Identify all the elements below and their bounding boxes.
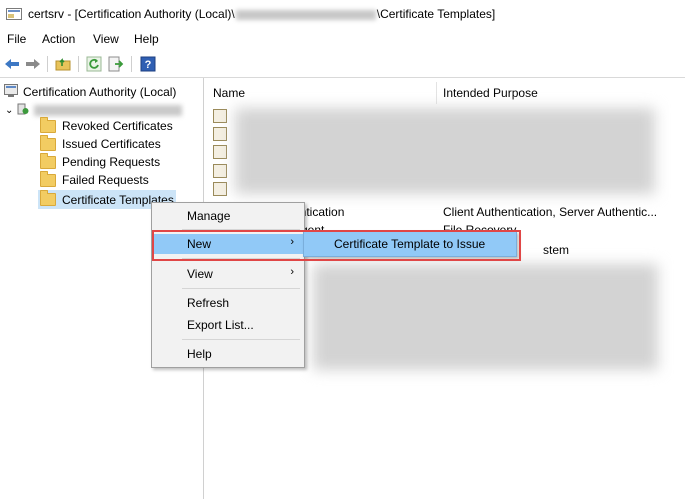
certificate-template-icon xyxy=(213,145,227,159)
toolbar-separator xyxy=(131,56,132,72)
certificate-template-icon xyxy=(213,164,227,178)
refresh-icon[interactable] xyxy=(85,55,103,73)
column-divider[interactable] xyxy=(436,82,437,104)
annotation-highlight-box xyxy=(152,230,521,261)
menu-help[interactable]: Help xyxy=(134,32,159,46)
table-cell-purpose: Client Authentication, Server Authentic.… xyxy=(443,205,658,219)
folder-icon xyxy=(40,152,56,169)
context-item-refresh[interactable]: Refresh xyxy=(152,293,304,313)
title-bar: certsrv - [Certification Authority (Loca… xyxy=(0,0,685,28)
tree-item-label: Pending Requests xyxy=(62,155,161,169)
svg-text:?: ? xyxy=(145,59,152,71)
tree-item-revoked-certificates[interactable]: Revoked Certificates xyxy=(40,116,173,133)
redacted-ca-node-name xyxy=(34,104,183,116)
back-arrow-icon[interactable] xyxy=(3,55,21,73)
redacted-ca-name xyxy=(235,9,376,20)
column-header-intended-purpose[interactable]: Intended Purpose xyxy=(443,86,538,100)
certificate-template-icon xyxy=(213,182,227,196)
menu-file[interactable]: File xyxy=(7,32,26,46)
tree-item-failed-requests[interactable]: Failed Requests xyxy=(40,170,149,187)
context-item-help[interactable]: Help xyxy=(152,344,304,364)
toolbar-separator xyxy=(78,56,79,72)
ca-root-icon xyxy=(4,84,18,100)
menu-bar: File Action View Help xyxy=(0,29,685,49)
chevron-down-icon[interactable]: ⌄ xyxy=(5,105,13,116)
tree-item-label: Revoked Certificates xyxy=(62,119,173,133)
window-title: certsrv - [Certification Authority (Loca… xyxy=(28,7,496,21)
tree-item-label: Failed Requests xyxy=(62,173,149,187)
tree-item-issued-certificates[interactable]: Issued Certificates xyxy=(40,134,161,151)
context-item-export-list[interactable]: Export List... xyxy=(152,315,304,335)
ca-server-icon xyxy=(17,102,29,118)
folder-icon xyxy=(40,190,56,206)
menu-view[interactable]: View xyxy=(93,32,119,46)
export-icon[interactable] xyxy=(107,55,125,73)
tree-item-label: Issued Certificates xyxy=(62,137,161,151)
tree-item-pending-requests[interactable]: Pending Requests xyxy=(40,152,161,169)
certsrv-app-icon xyxy=(6,7,22,21)
redacted-rows xyxy=(313,264,658,370)
folder-icon xyxy=(40,170,56,187)
column-header-name[interactable]: Name xyxy=(213,86,245,100)
menu-separator xyxy=(182,288,300,289)
submenu-arrow-icon: › xyxy=(290,266,294,278)
certificate-template-icon xyxy=(213,109,227,123)
certificate-template-icon xyxy=(213,127,227,141)
tree-root-label: Certification Authority (Local) xyxy=(23,85,177,99)
context-menu: Manage New › View › Refresh Export List...… xyxy=(151,202,305,368)
up-folder-icon[interactable] xyxy=(54,55,72,73)
forward-arrow-icon[interactable] xyxy=(24,55,42,73)
tree-ca-node[interactable]: ⌄ xyxy=(5,102,183,118)
table-cell-purpose: stem xyxy=(543,243,570,257)
help-icon[interactable]: ? xyxy=(139,55,157,73)
tree-root[interactable]: Certification Authority (Local) xyxy=(4,84,176,100)
folder-icon xyxy=(40,116,56,133)
menu-action[interactable]: Action xyxy=(42,32,75,46)
toolbar-separator xyxy=(47,56,48,72)
menu-separator xyxy=(182,339,300,340)
context-item-manage[interactable]: Manage xyxy=(152,206,304,226)
context-item-view[interactable]: View › xyxy=(152,264,304,284)
toolbar: ? xyxy=(0,51,685,78)
folder-icon xyxy=(40,134,56,151)
redacted-rows xyxy=(235,108,655,194)
